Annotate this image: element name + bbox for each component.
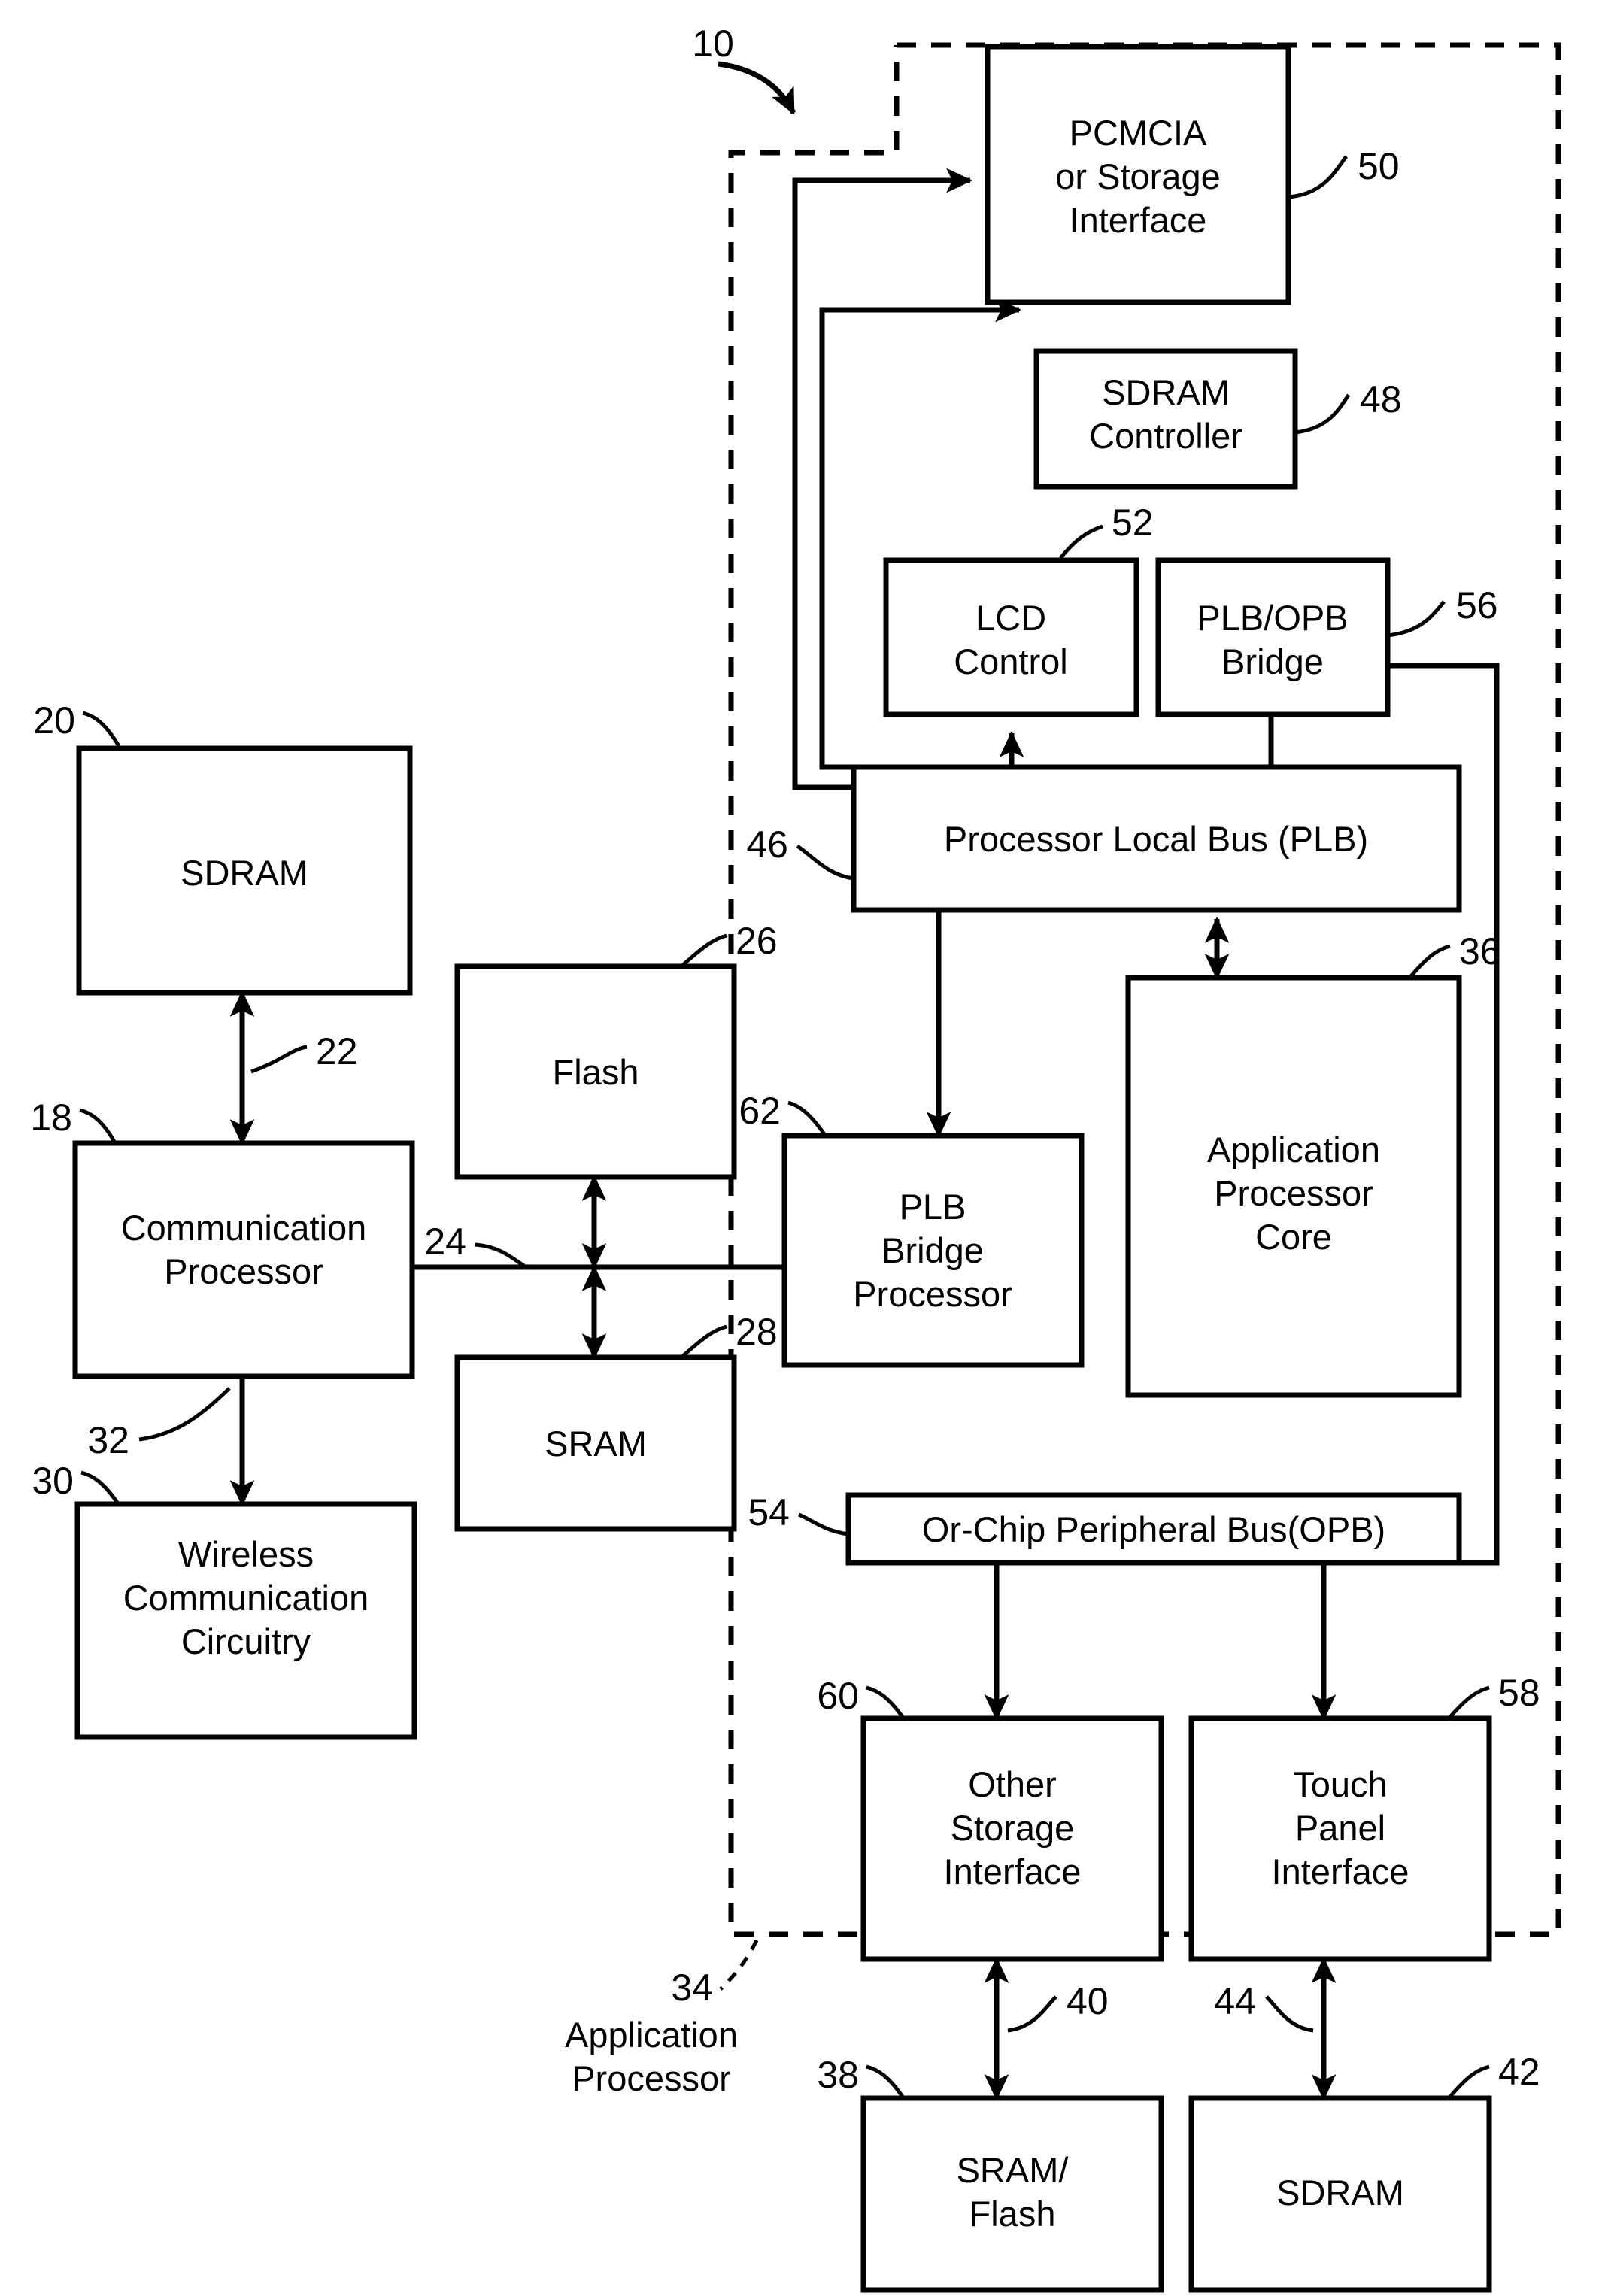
block-label: Bridge [1221, 641, 1324, 681]
figure-ref-10: 10 [692, 23, 734, 65]
ref-20: 20 [33, 699, 75, 742]
ref-34: 34 [671, 1967, 713, 2009]
block-label: LCD [975, 598, 1046, 638]
ref-24: 24 [424, 1221, 466, 1263]
block-label: Application [1207, 1130, 1380, 1169]
ref-58: 58 [1498, 1672, 1540, 1714]
ref-28: 28 [736, 1311, 778, 1353]
block-sram-flash: SRAM/ Flash [860, 2095, 1164, 2293]
block-wireless-communication-circuitry: Wireless Communication Circuitry [74, 1501, 417, 1740]
patent-block-diagram: 10 PCMCIA or Storage Interface 50 SDRAM … [0, 0, 1599, 2296]
block-processor-local-bus: Processor Local Bus (PLB) [851, 764, 1462, 913]
ref-48: 48 [1360, 378, 1402, 420]
ref-52: 52 [1112, 502, 1154, 544]
block-communication-processor: Communication Processor [72, 1140, 415, 1379]
ref-56: 56 [1456, 584, 1498, 626]
block-label: SRAM [545, 1424, 647, 1463]
ref-50: 50 [1358, 145, 1400, 187]
block-label: Other [968, 1764, 1057, 1804]
block-label: Or-Chip Peripheral Bus(OPB) [922, 1509, 1385, 1549]
block-other-storage-interface: Other Storage Interface [860, 1715, 1164, 1962]
block-label: PLB/OPB [1197, 598, 1348, 638]
block-label: Controller [1089, 416, 1242, 456]
block-label: Flash [969, 2194, 1056, 2234]
block-label: Processor [853, 1274, 1012, 1314]
block-label: SRAM/ [957, 2150, 1070, 2190]
block-label: PLB [900, 1187, 966, 1227]
block-label: Circuitry [181, 1621, 311, 1661]
block-sdram-42: SDRAM [1188, 2095, 1492, 2293]
ref-40: 40 [1067, 1980, 1109, 2022]
block-label: PCMCIA [1070, 113, 1207, 153]
block-plb-opb-bridge: PLB/OPB Bridge [1155, 557, 1391, 717]
block-label: Interface [944, 1852, 1082, 1891]
block-on-chip-peripheral-bus: Or-Chip Peripheral Bus(OPB) [845, 1492, 1462, 1566]
ref-26: 26 [736, 920, 778, 962]
block-lcd-control: LCD Control [883, 557, 1139, 717]
block-label: or Storage [1055, 156, 1220, 196]
block-label: Touch [1293, 1764, 1387, 1804]
block-label: Communication [123, 1578, 369, 1618]
block-sdram-20: SDRAM [76, 745, 413, 996]
block-label: SDRAM [181, 853, 308, 893]
block-label: Communication [121, 1208, 367, 1248]
block-label: Wireless [178, 1534, 314, 1574]
block-label: SDRAM [1276, 2173, 1404, 2213]
block-label: Processor [164, 1251, 323, 1291]
ref-42: 42 [1498, 2051, 1540, 2093]
ref-54: 54 [748, 1491, 790, 1533]
ref-60: 60 [817, 1675, 859, 1717]
block-label: SDRAM [1102, 372, 1230, 412]
block-label: Processor Local Bus (PLB) [944, 819, 1368, 859]
ref-46: 46 [746, 823, 788, 866]
ref-38: 38 [817, 2054, 859, 2096]
block-label: Interface [1272, 1852, 1409, 1891]
block-label: Bridge [881, 1230, 984, 1270]
group-label-line1: Application [565, 2015, 738, 2055]
ref-22: 22 [316, 1030, 358, 1072]
ref-36: 36 [1459, 930, 1501, 972]
ref-30: 30 [32, 1460, 74, 1502]
block-application-processor-core: Application Processor Core [1125, 975, 1462, 1398]
ref-62: 62 [739, 1090, 781, 1132]
block-label: Control [954, 641, 1068, 681]
block-flash: Flash [454, 963, 737, 1180]
block-label: Core [1255, 1217, 1332, 1257]
ref-18: 18 [30, 1096, 72, 1139]
block-label: Processor [1214, 1173, 1373, 1213]
block-sdram-controller: SDRAM Controller [1033, 348, 1298, 490]
block-label: Flash [553, 1052, 639, 1092]
block-label: Panel [1295, 1808, 1385, 1848]
block-pcmcia-or-storage-interface: PCMCIA or Storage Interface [985, 44, 1291, 305]
block-touch-panel-interface: Touch Panel Interface [1188, 1715, 1492, 1962]
block-sram: SRAM [454, 1354, 737, 1532]
ref-32: 32 [87, 1419, 129, 1461]
block-label: Interface [1070, 200, 1207, 240]
ref-44: 44 [1214, 1980, 1256, 2022]
block-label: Storage [951, 1808, 1075, 1848]
block-plb-bridge-processor: PLB Bridge Processor [781, 1133, 1085, 1368]
group-label-line2: Processor [572, 2058, 731, 2098]
